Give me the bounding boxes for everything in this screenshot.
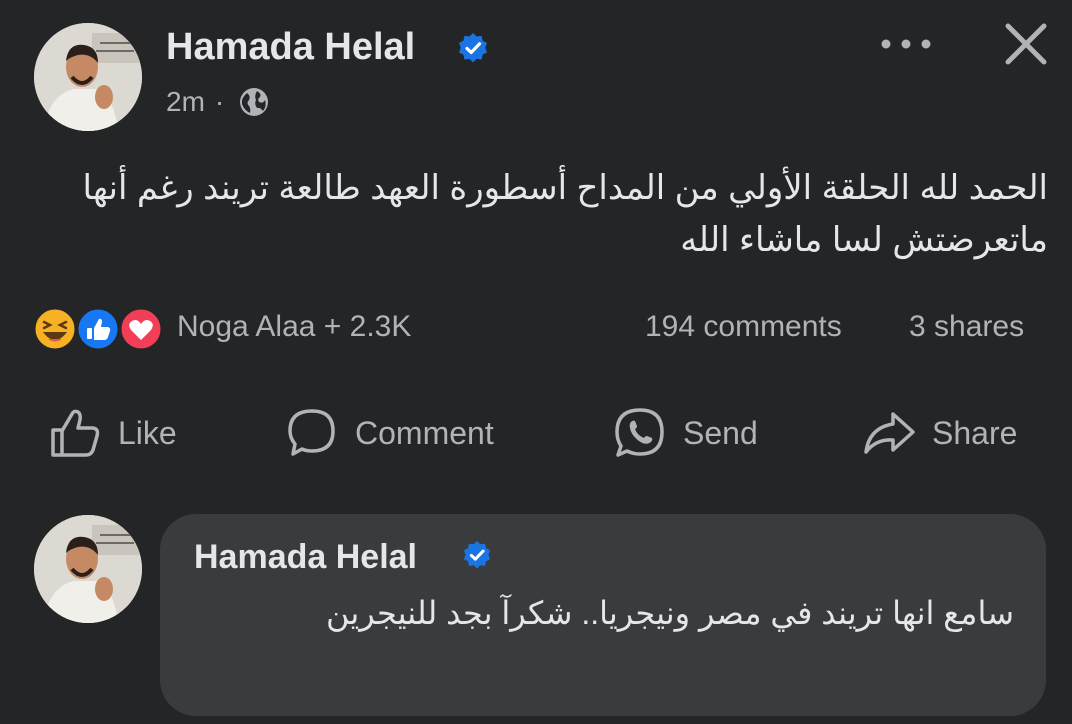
shares-count[interactable]: 3 shares: [909, 310, 1024, 344]
reply-comment-bubble[interactable]: Hamada Helal سامع انها تريند في مصر ونيج…: [160, 514, 1046, 716]
like-label: Like: [118, 414, 177, 451]
send-label: Send: [683, 414, 758, 451]
reply-author-name[interactable]: Hamada Helal: [194, 538, 417, 577]
more-options-icon[interactable]: [876, 30, 936, 58]
reactions-summary[interactable]: Noga Alaa + 2.3K: [177, 310, 411, 344]
author-avatar[interactable]: [34, 23, 142, 131]
post-text: الحمد لله الحلقة الأولي من المداح أسطورة…: [82, 169, 1048, 259]
reply-author-avatar[interactable]: [34, 515, 142, 623]
comment-label: Comment: [355, 414, 494, 451]
share-button[interactable]: Share: [862, 404, 1017, 462]
post-time[interactable]: 2m: [166, 86, 205, 118]
comments-count[interactable]: 194 comments: [645, 310, 842, 344]
share-arrow-icon: [864, 412, 915, 454]
share-label: Share: [932, 414, 1018, 451]
comment-bubble-icon: [288, 409, 335, 456]
post-meta: 2m ·: [166, 86, 270, 118]
close-icon[interactable]: [1002, 20, 1050, 68]
meta-separator: ·: [214, 86, 225, 117]
haha-icon: [32, 306, 78, 352]
verified-badge-icon: [463, 540, 491, 569]
like-reaction-icon: [75, 306, 121, 352]
reply-text: سامع انها تريند في مصر ونيجريا.. شكرآ بج…: [326, 595, 1014, 631]
facebook-post-viewer: Hamada Helal 2m · الحمد لله الحلقة الأول…: [0, 0, 1072, 724]
love-icon: [118, 306, 164, 352]
author-name[interactable]: Hamada Helal: [166, 26, 415, 69]
comment-button[interactable]: Comment: [285, 404, 494, 462]
thumbs-up-icon: [51, 409, 100, 457]
globe-icon[interactable]: [238, 86, 270, 118]
reaction-icons[interactable]: [32, 306, 172, 352]
verified-badge-icon: [459, 33, 487, 63]
like-button[interactable]: Like: [48, 404, 177, 462]
whatsapp-icon: [615, 408, 664, 457]
send-button[interactable]: Send: [613, 404, 758, 462]
